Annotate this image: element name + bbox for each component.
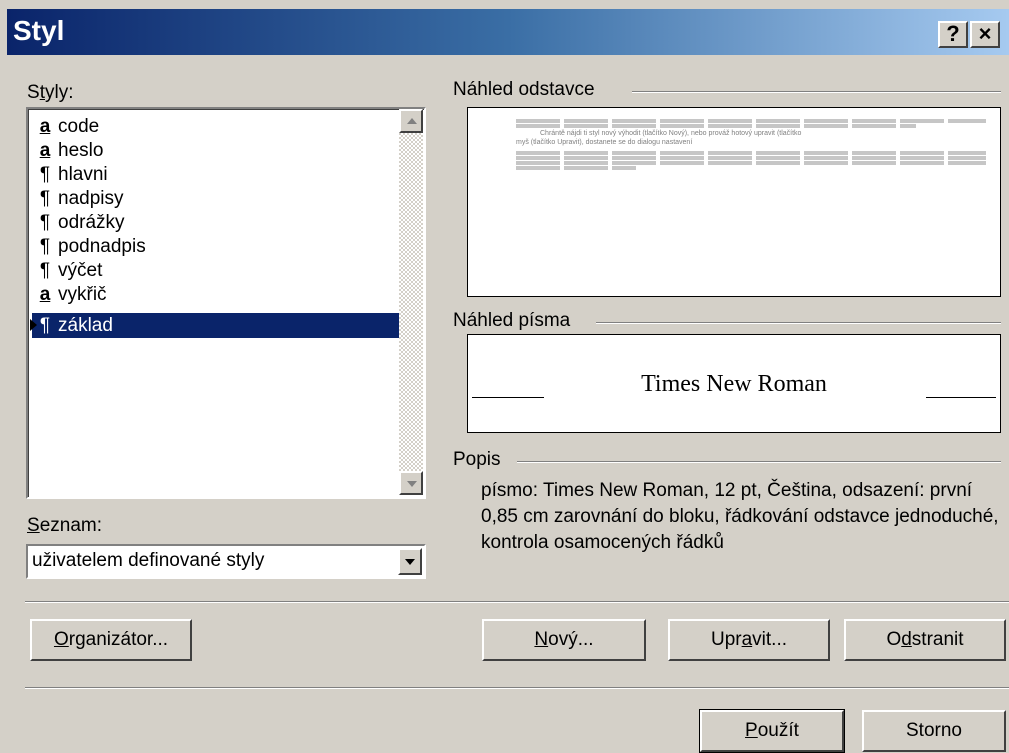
- styles-scrollbar[interactable]: [399, 109, 423, 495]
- list-item[interactable]: ¶ odrážky: [32, 210, 399, 235]
- chevron-down-icon: [405, 559, 415, 565]
- group-divider: [596, 322, 1001, 324]
- preview-next-paragraph: [516, 151, 986, 155]
- paragraph-preview-label: Náhled odstavce: [453, 79, 595, 100]
- help-button[interactable]: ?: [938, 21, 968, 48]
- close-button[interactable]: ×: [970, 21, 1000, 48]
- paragraph-style-icon: ¶: [39, 188, 51, 209]
- delete-style-button[interactable]: Odstranit: [844, 619, 1006, 661]
- preview-sample-text: myš (tlačítko Upravit), dostanete se do …: [516, 139, 693, 146]
- description-label: Popis: [453, 449, 501, 470]
- font-sample-text: Times New Roman: [641, 371, 827, 397]
- preview-prev-paragraph: [516, 119, 986, 123]
- character-style-icon: a: [39, 284, 51, 305]
- style-dialog: Styl ? × Styly: a code a heslo ¶ hlavni ¶ na…: [0, 0, 1009, 753]
- list-item[interactable]: ¶ podnadpis: [32, 234, 399, 259]
- new-style-button[interactable]: Nový...: [482, 619, 646, 661]
- styles-list: a code a heslo ¶ hlavni ¶ nadpisy ¶ odrážky ¶…: [28, 109, 399, 497]
- paragraph-style-icon: ¶: [39, 212, 51, 233]
- separator: [25, 687, 1009, 689]
- group-divider: [517, 461, 1001, 463]
- list-item[interactable]: ¶ výčet: [32, 258, 399, 283]
- dialog-title: Styl: [13, 15, 65, 46]
- list-item[interactable]: a heslo: [32, 138, 399, 163]
- group-divider: [632, 91, 1001, 93]
- arrow-up-icon: [407, 118, 417, 124]
- paragraph-style-icon: ¶: [39, 236, 51, 257]
- paragraph-style-icon: ¶: [39, 260, 51, 281]
- styles-label: Styly:: [27, 82, 74, 103]
- list-filter-combobox[interactable]: uživatelem definované styly: [26, 544, 426, 579]
- modify-style-button[interactable]: Upravit...: [668, 619, 830, 661]
- dropdown-button[interactable]: [398, 548, 422, 575]
- paragraph-preview-box: Chrántě nájdi ti styl nový výhodit (tlač…: [467, 107, 1001, 297]
- paragraph-style-icon: ¶: [39, 164, 51, 185]
- list-item[interactable]: ¶ nadpisy: [32, 186, 399, 211]
- preview-next-paragraph: [516, 156, 986, 160]
- cancel-button[interactable]: Storno: [862, 710, 1006, 752]
- help-icon: ?: [946, 21, 960, 46]
- baseline-right: [926, 397, 996, 398]
- list-item[interactable]: ¶ hlavni: [32, 162, 399, 187]
- list-item-selected[interactable]: ¶ základ: [30, 313, 399, 338]
- preview-next-paragraph: [516, 166, 636, 170]
- preview-next-paragraph: [516, 161, 986, 165]
- title-bar: Styl ? ×: [7, 9, 1009, 55]
- organizer-button[interactable]: Organizátor...: [30, 619, 192, 661]
- font-preview-label: Náhled písma: [453, 310, 571, 331]
- separator: [25, 601, 1009, 603]
- description-text: písmo: Times New Roman, 12 pt, Čeština, …: [481, 480, 999, 553]
- scroll-down-button[interactable]: [399, 471, 423, 495]
- list-filter-label: Seznam:: [27, 515, 102, 536]
- current-style-arrow-icon: [30, 319, 37, 331]
- character-style-icon: a: [39, 140, 51, 161]
- font-preview-box: Times New Roman: [467, 334, 1001, 433]
- preview-prev-paragraph: [516, 124, 916, 128]
- list-item[interactable]: a vykřič: [32, 282, 399, 307]
- list-filter-value: uživatelem definované styly: [32, 550, 265, 571]
- arrow-down-icon: [407, 481, 417, 487]
- list-item[interactable]: a code: [32, 114, 399, 139]
- character-style-icon: a: [39, 116, 51, 137]
- scroll-up-button[interactable]: [399, 109, 423, 133]
- close-icon: ×: [978, 21, 992, 46]
- preview-sample-text: Chrántě nájdi ti styl nový výhodit (tlač…: [540, 130, 802, 137]
- apply-button[interactable]: Použít: [699, 709, 845, 753]
- styles-listbox[interactable]: a code a heslo ¶ hlavni ¶ nadpisy ¶ odrážky ¶…: [26, 107, 426, 499]
